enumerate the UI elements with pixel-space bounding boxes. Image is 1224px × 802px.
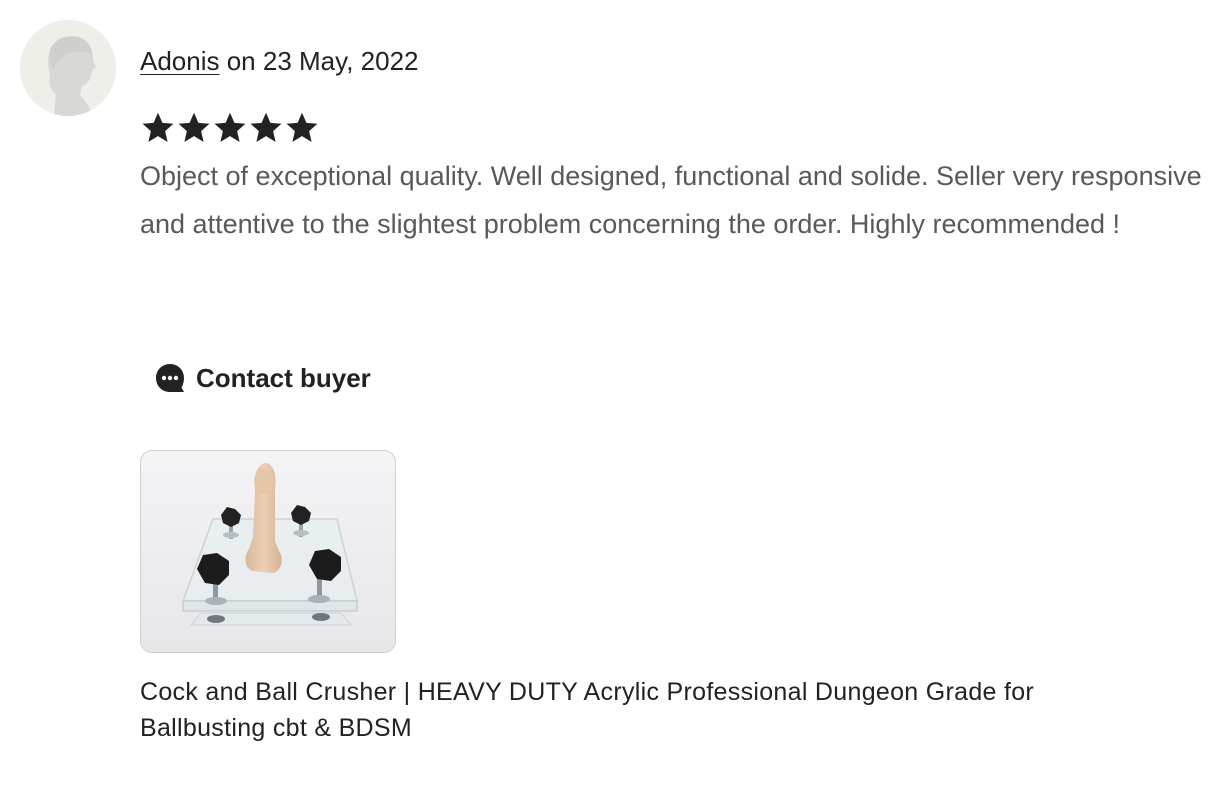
person-silhouette-icon xyxy=(20,20,116,116)
reviewer-name-link[interactable]: Adonis xyxy=(140,46,220,76)
reviewer-avatar[interactable] xyxy=(20,20,116,116)
star-icon xyxy=(178,112,210,142)
review-date: on 23 May, 2022 xyxy=(219,46,419,76)
listing-title-link[interactable]: Cock and Ball Crusher | HEAVY DUTY Acryl… xyxy=(140,674,1140,746)
star-rating xyxy=(140,110,320,146)
product-image xyxy=(141,451,395,652)
star-icon xyxy=(214,112,246,142)
review-card: Adonis on 23 May, 2022 Object of excepti… xyxy=(0,0,1224,802)
chat-bubble-icon xyxy=(156,364,184,392)
star-icon xyxy=(142,112,174,142)
listing-thumbnail[interactable] xyxy=(140,450,396,653)
contact-buyer-label: Contact buyer xyxy=(196,362,371,393)
star-icon xyxy=(250,112,282,142)
review-byline: Adonis on 23 May, 2022 xyxy=(140,44,419,78)
review-text: Object of exceptional quality. Well desi… xyxy=(140,161,1202,239)
star-icon xyxy=(286,112,318,142)
contact-buyer-button[interactable]: Contact buyer xyxy=(140,348,385,408)
